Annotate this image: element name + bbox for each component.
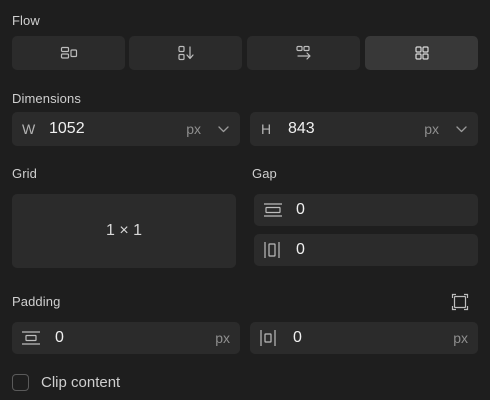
chevron-down-icon[interactable]	[218, 125, 229, 133]
clip-content-checkbox[interactable]	[12, 374, 29, 391]
vertical-padding-value[interactable]: 0	[55, 329, 64, 347]
grid-layout-icon	[414, 46, 429, 60]
grid-size-picker[interactable]: 1 × 1	[12, 194, 236, 268]
flow-horizontal-icon	[60, 46, 77, 59]
height-value[interactable]: 843	[288, 120, 315, 138]
horizontal-padding-field[interactable]: 0 px	[250, 322, 478, 354]
flow-horizontal-button[interactable]	[12, 36, 125, 70]
height-field[interactable]: H 843 px	[250, 112, 478, 146]
dimensions-label: Dimensions	[12, 91, 81, 106]
independent-padding-icon[interactable]	[451, 293, 469, 311]
flow-wrap-icon	[295, 45, 311, 60]
column-gap-field[interactable]: 0	[254, 234, 478, 266]
layout-panel: Flow Dimensions W 1052 px H 843 px Grid …	[0, 0, 490, 400]
grid-layout-button[interactable]	[365, 36, 478, 70]
width-unit: px	[186, 121, 201, 137]
flow-label: Flow	[12, 13, 40, 28]
clip-content-label: Clip content	[41, 374, 121, 391]
grid-size-value: 1 × 1	[105, 222, 143, 239]
horizontal-padding-unit: px	[453, 330, 468, 346]
flow-vertical-icon	[177, 45, 194, 61]
width-field[interactable]: W 1052 px	[12, 112, 240, 146]
chevron-down-icon[interactable]	[456, 125, 467, 133]
vertical-padding-unit: px	[215, 330, 230, 346]
flow-wrap-button[interactable]	[247, 36, 360, 70]
width-prefix: W	[22, 121, 36, 137]
height-unit: px	[424, 121, 439, 137]
flow-vertical-button[interactable]	[129, 36, 242, 70]
width-value[interactable]: 1052	[49, 120, 85, 138]
column-gap-icon	[264, 242, 280, 258]
grid-label: Grid	[12, 166, 37, 181]
vertical-padding-field[interactable]: 0 px	[12, 322, 240, 354]
vertical-padding-icon	[22, 331, 40, 345]
gap-label: Gap	[252, 166, 277, 181]
horizontal-padding-value[interactable]: 0	[293, 329, 302, 347]
height-prefix: H	[261, 121, 272, 137]
column-gap-value[interactable]: 0	[296, 241, 305, 259]
row-gap-value[interactable]: 0	[296, 201, 305, 219]
row-gap-field[interactable]: 0	[254, 194, 478, 226]
horizontal-padding-icon	[260, 330, 276, 346]
row-gap-icon	[264, 203, 282, 217]
padding-label: Padding	[12, 294, 61, 309]
